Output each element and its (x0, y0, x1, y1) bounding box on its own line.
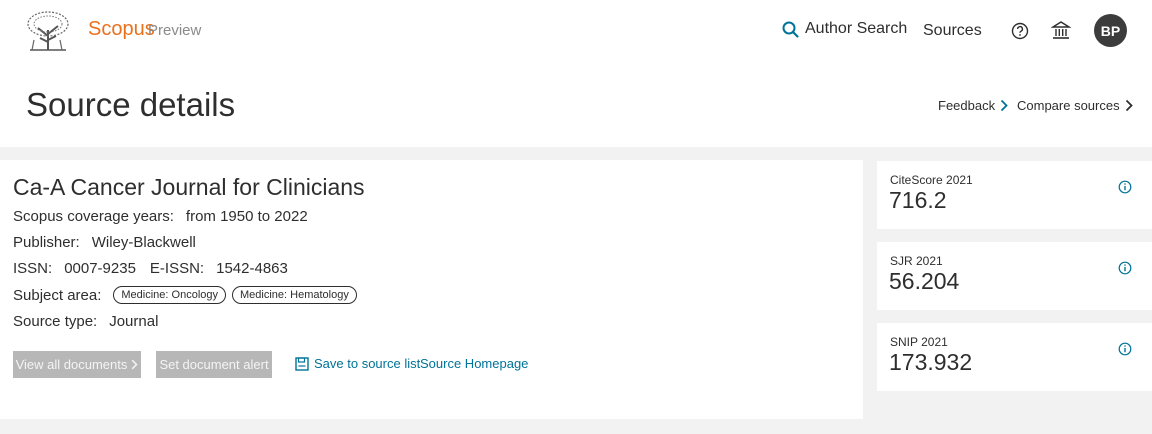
info-icon[interactable] (1118, 261, 1132, 275)
eissn-label: E-ISSN: (149, 260, 205, 277)
issn-row: ISSN: 0007-9235 E-ISSN: 1542-4863 (13, 260, 302, 277)
set-document-alert-label: Set document alert (159, 357, 269, 372)
user-avatar[interactable]: BP (1094, 14, 1127, 47)
publisher-label: Publisher: (13, 234, 80, 251)
set-document-alert-button[interactable]: Set document alert (156, 351, 272, 378)
publisher-value: Wiley-Blackwell (91, 234, 196, 251)
feedback-link[interactable]: Feedback (938, 98, 1008, 113)
issn-label: ISSN: (13, 260, 53, 277)
chevron-right-icon (1125, 99, 1133, 112)
metric-card-citescore: CiteScore 2021 716.2 (877, 161, 1152, 229)
eissn-value: 1542-4863 (216, 260, 288, 277)
metric-label: CiteScore 2021 (890, 173, 973, 187)
save-icon (295, 356, 309, 371)
metric-value: 56.204 (889, 268, 960, 294)
subject-chip-hematology[interactable]: Medicine: Hematology (232, 286, 357, 304)
metric-label: SNIP 2021 (890, 335, 948, 349)
compare-sources-link[interactable]: Compare sources (1017, 98, 1133, 113)
brand-subtitle: Preview (148, 22, 202, 39)
view-all-documents-button[interactable]: View all documents (13, 351, 141, 378)
info-icon[interactable] (1118, 342, 1132, 356)
subject-area-row: Subject area: Medicine: Oncology Medicin… (13, 286, 363, 304)
save-to-source-list-link[interactable]: Save to source list (295, 356, 420, 371)
metric-card-sjr: SJR 2021 56.204 (877, 242, 1152, 310)
nav-sources[interactable]: Sources (923, 22, 982, 40)
source-homepage-label: Source Homepage (420, 356, 529, 371)
metric-value: 173.932 (889, 349, 973, 375)
subject-chip-oncology[interactable]: Medicine: Oncology (113, 286, 226, 304)
save-to-source-list-label: Save to source list (314, 356, 421, 371)
metric-label: SJR 2021 (890, 254, 943, 268)
source-homepage-link[interactable]: Source Homepage (420, 356, 528, 371)
elsevier-tree-logo[interactable] (24, 10, 72, 52)
search-icon (782, 21, 799, 38)
source-type-label: Source type: (13, 313, 98, 330)
coverage-label: Scopus coverage years: (13, 208, 174, 225)
view-all-documents-label: View all documents (15, 357, 128, 372)
institution-icon[interactable] (1051, 20, 1071, 40)
source-type-value: Journal (109, 313, 159, 330)
coverage-value: from 1950 to 2022 (185, 208, 308, 225)
page-title: Source details (26, 86, 236, 123)
help-icon[interactable] (1011, 22, 1029, 40)
nav-author-search[interactable]: Author Search (782, 20, 907, 38)
source-type-row: Source type: Journal (13, 313, 172, 330)
chevron-right-icon (132, 359, 138, 370)
nav-author-search-label: Author Search (805, 20, 908, 37)
chevron-right-icon (1000, 99, 1008, 112)
journal-title: Ca-A Cancer Journal for Clinicians (13, 174, 365, 200)
info-icon[interactable] (1118, 180, 1132, 194)
top-bar: Scopus Preview Author Search Sources BP (0, 0, 1152, 66)
compare-sources-label: Compare sources (1017, 98, 1120, 113)
coverage-row: Scopus coverage years: from 1950 to 2022 (13, 208, 322, 225)
issn-value: 0007-9235 (64, 260, 136, 277)
metric-card-snip: SNIP 2021 173.932 (877, 323, 1152, 391)
subject-area-label: Subject area: (13, 286, 102, 304)
metric-value: 716.2 (889, 187, 947, 213)
publisher-row: Publisher: Wiley-Blackwell (13, 234, 210, 251)
feedback-label: Feedback (938, 98, 996, 113)
brand-name[interactable]: Scopus (88, 18, 155, 41)
